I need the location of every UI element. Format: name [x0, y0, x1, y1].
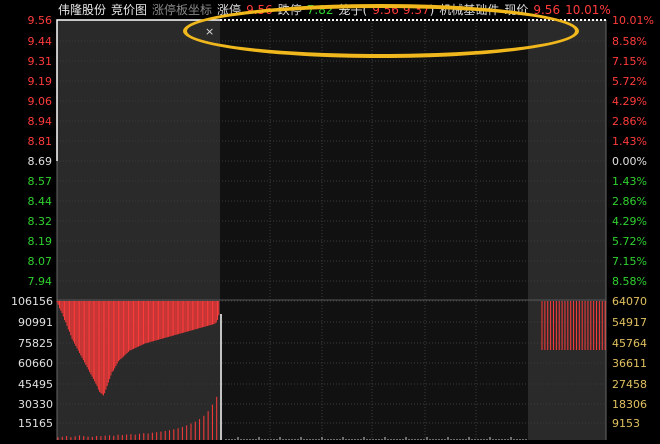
price-dot — [592, 19, 594, 21]
price-tick-label: 8.69 — [28, 155, 53, 168]
price-tick-label: 9.56 — [28, 14, 53, 27]
volume-tick-label-right: 27458 — [612, 378, 647, 391]
price-tick-label: 8.19 — [28, 235, 53, 248]
volume-tick-label: 106156 — [11, 295, 53, 308]
price-dot — [604, 19, 606, 21]
pct-tick-label: 8.58% — [612, 35, 647, 48]
volume-tick-label-right: 45764 — [612, 337, 647, 350]
pct-tick-label: 1.43% — [612, 135, 647, 148]
pct-tick-label: 1.43% — [612, 175, 647, 188]
pct-tick-label: 2.86% — [612, 195, 647, 208]
right-auction-panel — [528, 20, 606, 440]
price-dot — [568, 19, 570, 21]
price-tick-label: 8.57 — [28, 175, 53, 188]
pct-tick-label: 4.29% — [612, 95, 647, 108]
price-tick-label: 9.31 — [28, 55, 53, 68]
price-tick-label: 9.19 — [28, 75, 53, 88]
pct-tick-label: 5.72% — [612, 75, 647, 88]
volume-tick-label-right: 36611 — [612, 357, 647, 370]
volume-tick-label: 45495 — [18, 378, 53, 391]
pct-tick-label: 10.01% — [612, 14, 654, 27]
price-tick-label: 8.94 — [28, 115, 53, 128]
volume-tick-label-right: 18306 — [612, 398, 647, 411]
volume-tick-label-right: 64070 — [612, 295, 647, 308]
volume-tick-label: 90991 — [18, 316, 53, 329]
pct-tick-label: 4.29% — [612, 215, 647, 228]
price-dot — [596, 19, 598, 21]
price-tick-label: 8.32 — [28, 215, 53, 228]
auction-chart: 9.56 9.44 9.31 9.19 9.06 8.94 8.81 8.69 8.57 8.44… — [11, 14, 654, 440]
price-tick-label: 9.44 — [28, 35, 53, 48]
volume-tick-label: 15165 — [18, 417, 53, 430]
volume-tick-label: 60660 — [18, 357, 53, 370]
price-dot — [600, 19, 602, 21]
volume-tick-label: 30330 — [18, 398, 53, 411]
pct-tick-label: 8.58% — [612, 275, 647, 288]
price-tick-label: 8.07 — [28, 255, 53, 268]
pct-tick-label: 7.15% — [612, 55, 647, 68]
left-auction-panel — [57, 20, 220, 440]
price-dot — [580, 19, 582, 21]
price-tick-label: 8.81 — [28, 135, 53, 148]
pct-tick-label: 5.72% — [612, 235, 647, 248]
pct-tick-label: 0.00% — [612, 155, 647, 168]
price-dot — [572, 19, 574, 21]
volume-tick-label: 75825 — [18, 337, 53, 350]
price-dot — [584, 19, 586, 21]
price-tick-label: 8.44 — [28, 195, 53, 208]
volume-tick-label-right: 9153 — [612, 417, 640, 430]
trading-panel — [220, 20, 528, 440]
volume-tick-label-right: 54917 — [612, 316, 647, 329]
pct-tick-label: 2.86% — [612, 115, 647, 128]
price-dot — [588, 19, 590, 21]
pct-tick-label: 7.15% — [612, 255, 647, 268]
highlight-circle — [183, 4, 579, 58]
price-tick-label: 7.94 — [28, 275, 53, 288]
price-dot — [576, 19, 578, 21]
price-tick-label: 9.06 — [28, 95, 53, 108]
